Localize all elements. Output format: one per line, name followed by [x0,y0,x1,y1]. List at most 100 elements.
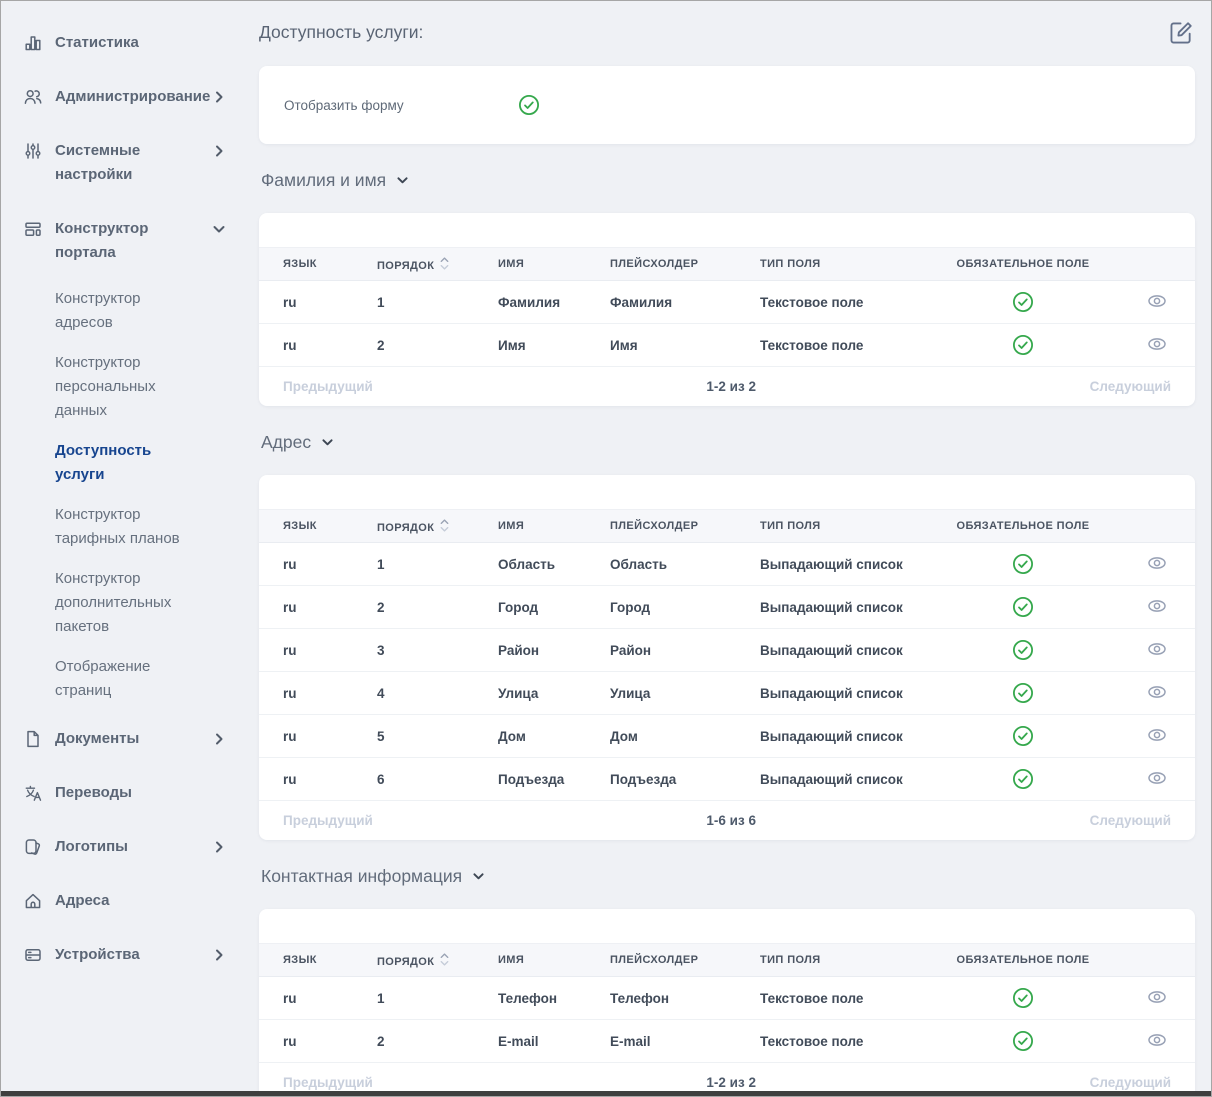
pagination-prev-button[interactable]: Предыдущий [283,813,373,828]
cell-name: E-mail [474,1020,586,1063]
required-check-circle-icon [1012,639,1034,661]
cell-order: 2 [353,1020,474,1063]
section-address: Адрес ЯЗЫКПОРЯДОКИМЯПЛЕЙСХОЛДЕРТИП ПОЛЯО… [259,428,1195,840]
section-heading-contact-info[interactable]: Контактная информация [261,862,1195,889]
cell-lang: ru [259,543,353,586]
sidebar-subitem-personal-data-constructor[interactable]: Конструктор персональных данных [55,347,201,427]
sidebar-item-devices[interactable]: Устройства [1,935,241,975]
logos-icon [23,837,43,857]
table-card: ЯЗЫКПОРЯДОКИМЯПЛЕЙСХОЛДЕРТИП ПОЛЯОБЯЗАТЕ… [259,213,1195,406]
eye-icon[interactable] [1146,683,1168,704]
required-check-circle-icon [1012,1030,1034,1052]
eye-icon[interactable] [1146,292,1168,313]
eye-icon[interactable] [1146,554,1168,575]
check-circle-icon[interactable] [518,94,540,116]
cell-field-type: Выпадающий список [736,672,928,715]
required-check-circle-icon [1012,334,1034,356]
cell-name: Дом [474,715,586,758]
pagination-next-button[interactable]: Следующий [1090,1075,1171,1090]
eye-icon[interactable] [1146,726,1168,747]
sidebar-item-translations[interactable]: Переводы [1,773,241,813]
pagination-prev-button[interactable]: Предыдущий [283,379,373,394]
cell-placeholder: Имя [586,324,736,367]
table-card: ЯЗЫКПОРЯДОКИМЯПЛЕЙСХОЛДЕРТИП ПОЛЯОБЯЗАТЕ… [259,909,1195,1097]
column-header: ЯЗЫК [259,944,353,977]
section-heading-address[interactable]: Адрес [261,428,1195,455]
column-header: ОБЯЗАТЕЛЬНОЕ ПОЛЕ [928,510,1118,543]
required-check-circle-icon [1012,596,1034,618]
column-header[interactable]: ПОРЯДОК [353,248,474,281]
sidebar-item-documents[interactable]: Документы [1,719,241,759]
table-row: ru 1 Область Область Выпадающий список [259,543,1195,586]
cell-placeholder: Улица [586,672,736,715]
sidebar-item-system-settings[interactable]: Системные настройки [1,131,241,195]
cell-order: 5 [353,715,474,758]
sidebar-item-addresses[interactable]: Адреса [1,881,241,921]
eye-icon[interactable] [1146,335,1168,356]
sidebar-subitem-page-display[interactable]: Отображение страниц [55,651,201,707]
cell-placeholder: Район [586,629,736,672]
column-header: ПЛЕЙСХОЛДЕР [586,510,736,543]
column-header: ПЛЕЙСХОЛДЕР [586,944,736,977]
cell-order: 1 [353,281,474,324]
cell-lang: ru [259,977,353,1020]
page-title: Доступность услуги: [259,19,423,45]
required-check-circle-icon [1012,987,1034,1009]
cell-field-type: Выпадающий список [736,758,928,801]
sidebar-subitem-service-availability[interactable]: Доступность услуги [55,435,201,491]
sidebar-item-label: Системные настройки [55,139,211,187]
column-header: ИМЯ [474,944,586,977]
eye-icon[interactable] [1146,640,1168,661]
section-title: Контактная информация [261,864,462,888]
cell-name: Имя [474,324,586,367]
chevron-down-icon [321,431,334,455]
pagination: Предыдущий 1-2 из 2 Следующий [259,367,1195,406]
cell-placeholder: Телефон [586,977,736,1020]
cell-lang: ru [259,758,353,801]
column-header[interactable]: ПОРЯДОК [353,944,474,977]
section-contact-info: Контактная информация ЯЗЫКПОРЯДОКИМЯПЛЕЙ… [259,862,1195,1097]
sidebar-item-portal-constructor[interactable]: Конструктор портала [1,209,241,273]
column-header: ПЛЕЙСХОЛДЕР [586,248,736,281]
translate-icon [23,783,43,803]
chevron-right-icon [211,143,227,159]
sort-arrows-icon [440,256,449,271]
bottom-bar [1,1091,1211,1096]
cell-field-type: Выпадающий список [736,543,928,586]
sidebar-subitem-tariff-constructor[interactable]: Конструктор тарифных планов [55,499,201,555]
table-card: ЯЗЫКПОРЯДОКИМЯПЛЕЙСХОЛДЕРТИП ПОЛЯОБЯЗАТЕ… [259,475,1195,840]
eye-icon[interactable] [1146,1031,1168,1052]
edit-square-icon[interactable] [1168,19,1195,46]
eye-icon[interactable] [1146,988,1168,1009]
pagination-prev-button[interactable]: Предыдущий [283,1075,373,1090]
bar-chart-icon [23,33,43,53]
sidebar-subitem-extra-packages-constructor[interactable]: Конструктор дополнительных пакетов [55,563,201,643]
cell-name: Улица [474,672,586,715]
section-surname-name: Фамилия и имя ЯЗЫКПОРЯДОКИМЯПЛЕЙСХОЛДЕРТ… [259,166,1195,406]
eye-icon[interactable] [1146,769,1168,790]
sort-arrows-icon [440,518,449,533]
column-header: ИМЯ [474,248,586,281]
cell-order: 2 [353,586,474,629]
sidebar-item-statistics[interactable]: Статистика [1,23,241,63]
sidebar-subitem-address-constructor[interactable]: Конструктор адресов [55,283,201,339]
cell-order: 3 [353,629,474,672]
column-header: ЯЗЫК [259,248,353,281]
sidebar-item-administration[interactable]: Администрирование [1,77,241,117]
chevron-down-icon [211,221,227,237]
pagination-next-button[interactable]: Следующий [1090,379,1171,394]
cell-field-type: Выпадающий список [736,586,928,629]
sidebar-item-logos[interactable]: Логотипы [1,827,241,867]
pagination-range: 1-6 из 6 [706,813,756,828]
cell-lang: ru [259,324,353,367]
table-row: ru 1 Фамилия Фамилия Текстовое поле [259,281,1195,324]
column-header[interactable]: ПОРЯДОК [353,510,474,543]
cell-placeholder: E-mail [586,1020,736,1063]
eye-icon[interactable] [1146,597,1168,618]
sidebar: Статистика Администрирование Системные н… [1,1,241,1096]
section-heading-surname-name[interactable]: Фамилия и имя [261,166,1195,193]
required-check-circle-icon [1012,725,1034,747]
sort-arrows-icon [440,952,449,967]
title-row: Доступность услуги: [259,19,1195,46]
pagination-next-button[interactable]: Следующий [1090,813,1171,828]
